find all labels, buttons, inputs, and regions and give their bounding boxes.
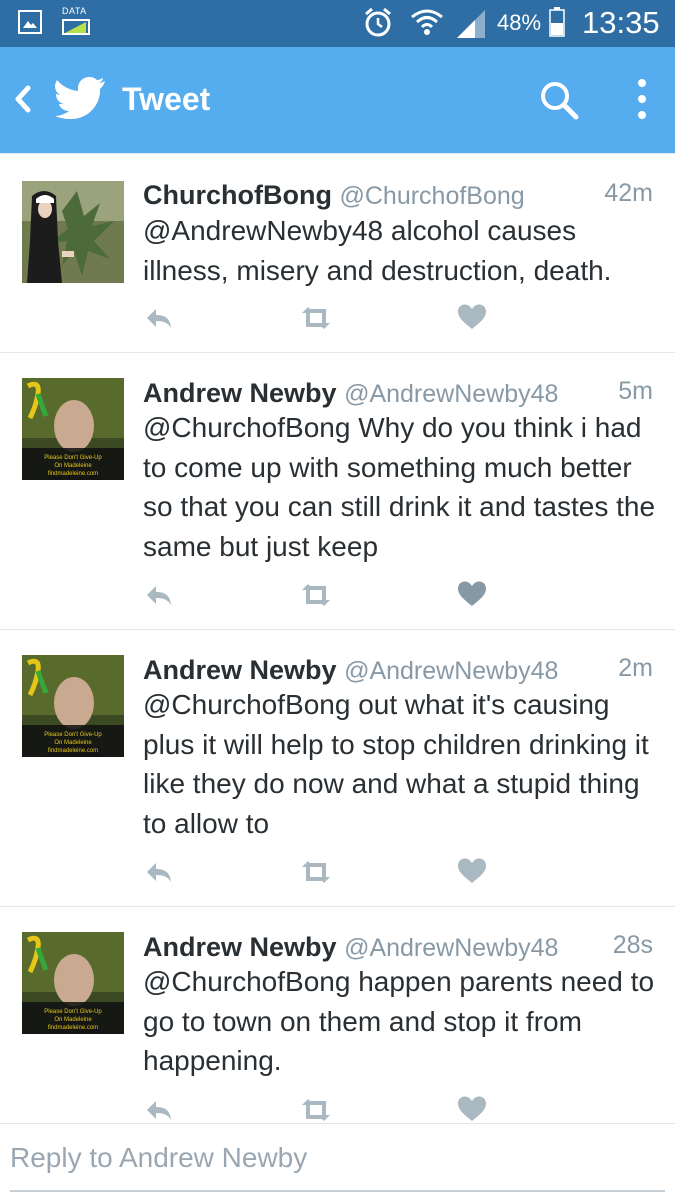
tweet-item[interactable]: Please Don't Give-Up On Madeleine findma…: [0, 629, 675, 907]
avatar-caption-line1: Please Don't Give-Up: [44, 455, 102, 461]
reply-input-underline: [10, 1190, 665, 1192]
avatar-caption-line3: findmadeleine.com: [48, 471, 98, 477]
tweet-time: 2m: [618, 654, 653, 682]
tweet-time: 42m: [604, 179, 653, 207]
avatar-churchofbong[interactable]: [22, 181, 124, 283]
like-heart-icon[interactable]: [458, 581, 486, 607]
like-heart-icon[interactable]: [458, 858, 486, 884]
search-icon[interactable]: [538, 79, 580, 121]
author-name: Andrew Newby: [143, 932, 337, 962]
avatar-andrewnewby[interactable]: Please Don't Give-Up On Madeleine findma…: [22, 378, 124, 480]
tweet-text: @ChurchofBong Why do you think i had to …: [143, 412, 656, 562]
like-heart-icon[interactable]: [458, 304, 486, 330]
reply-bar: Reply to Andrew Newby: [0, 1123, 675, 1201]
avatar-caption-line2: On Madeleine: [54, 1017, 92, 1023]
tweet-item[interactable]: Please Don't Give-Up On Madeleine findma…: [0, 352, 675, 630]
avatar-caption-line2: On Madeleine: [54, 740, 92, 746]
avatar-caption-line3: findmadeleine.com: [48, 748, 98, 754]
tweet-list: ChurchofBong @ChurchofBong 42m @AndrewNe…: [0, 153, 675, 1123]
avatar-andrewnewby[interactable]: Please Don't Give-Up On Madeleine findma…: [22, 655, 124, 757]
alarm-icon: [365, 7, 391, 37]
author-handle: @ChurchofBong: [339, 182, 525, 210]
tweet-item[interactable]: Please Don't Give-Up On Madeleine findma…: [0, 906, 675, 1123]
author-name: ChurchofBong: [143, 180, 332, 210]
more-options-icon[interactable]: [634, 77, 650, 121]
author-handle: @AndrewNewby48: [344, 380, 559, 408]
tweet-text: @ChurchofBong out what it's causing plus…: [143, 689, 649, 839]
tweet-author[interactable]: Andrew Newby @AndrewNewby48: [143, 932, 558, 963]
gallery-notification-icon: [18, 10, 42, 34]
reply-icon[interactable]: [144, 583, 174, 607]
signal-icon: [457, 10, 485, 38]
app-bar: Tweet: [0, 47, 675, 153]
avatar-caption-line1: Please Don't Give-Up: [44, 1009, 102, 1015]
status-bar: DATA 48% 13:35: [0, 0, 675, 47]
wifi-icon: [411, 9, 443, 35]
author-handle: @AndrewNewby48: [344, 934, 559, 962]
retweet-icon[interactable]: [298, 306, 334, 330]
battery-icon: [549, 7, 565, 37]
reply-input[interactable]: Reply to Andrew Newby: [10, 1142, 307, 1174]
avatar-caption-line3: findmadeleine.com: [48, 1025, 98, 1031]
reply-icon[interactable]: [144, 860, 174, 884]
tweet-author[interactable]: ChurchofBong @ChurchofBong: [143, 180, 525, 211]
page-title: Tweet: [122, 81, 211, 117]
battery-percent: 48%: [497, 10, 542, 35]
author-handle: @AndrewNewby48: [344, 657, 559, 685]
avatar-caption-line2: On Madeleine: [54, 463, 92, 469]
clock: 13:35: [582, 5, 660, 40]
data-label: DATA: [62, 6, 87, 16]
tweet-author[interactable]: Andrew Newby @AndrewNewby48: [143, 378, 558, 409]
tweet-time: 28s: [612, 931, 653, 959]
tweet-author[interactable]: Andrew Newby @AndrewNewby48: [143, 655, 558, 686]
tweet-item[interactable]: ChurchofBong @ChurchofBong 42m @AndrewNe…: [0, 153, 675, 353]
reply-icon[interactable]: [144, 1098, 174, 1122]
tweet-time: 5m: [618, 377, 653, 405]
like-heart-icon[interactable]: [458, 1096, 486, 1122]
tweet-text: @AndrewNewby48 alcohol causes illness, m…: [143, 215, 612, 286]
avatar-caption-line1: Please Don't Give-Up: [44, 732, 102, 738]
retweet-icon[interactable]: [298, 860, 334, 884]
tweet-text: @ChurchofBong happen parents need to go …: [143, 966, 655, 1076]
back-chevron-icon[interactable]: [12, 85, 34, 113]
retweet-icon[interactable]: [298, 583, 334, 607]
author-name: Andrew Newby: [143, 378, 337, 408]
data-notification-icon: [62, 19, 90, 35]
retweet-icon[interactable]: [298, 1098, 334, 1122]
twitter-bird-icon: [55, 77, 105, 119]
reply-icon[interactable]: [144, 306, 174, 330]
author-name: Andrew Newby: [143, 655, 337, 685]
avatar-andrewnewby[interactable]: Please Don't Give-Up On Madeleine findma…: [22, 932, 124, 1034]
